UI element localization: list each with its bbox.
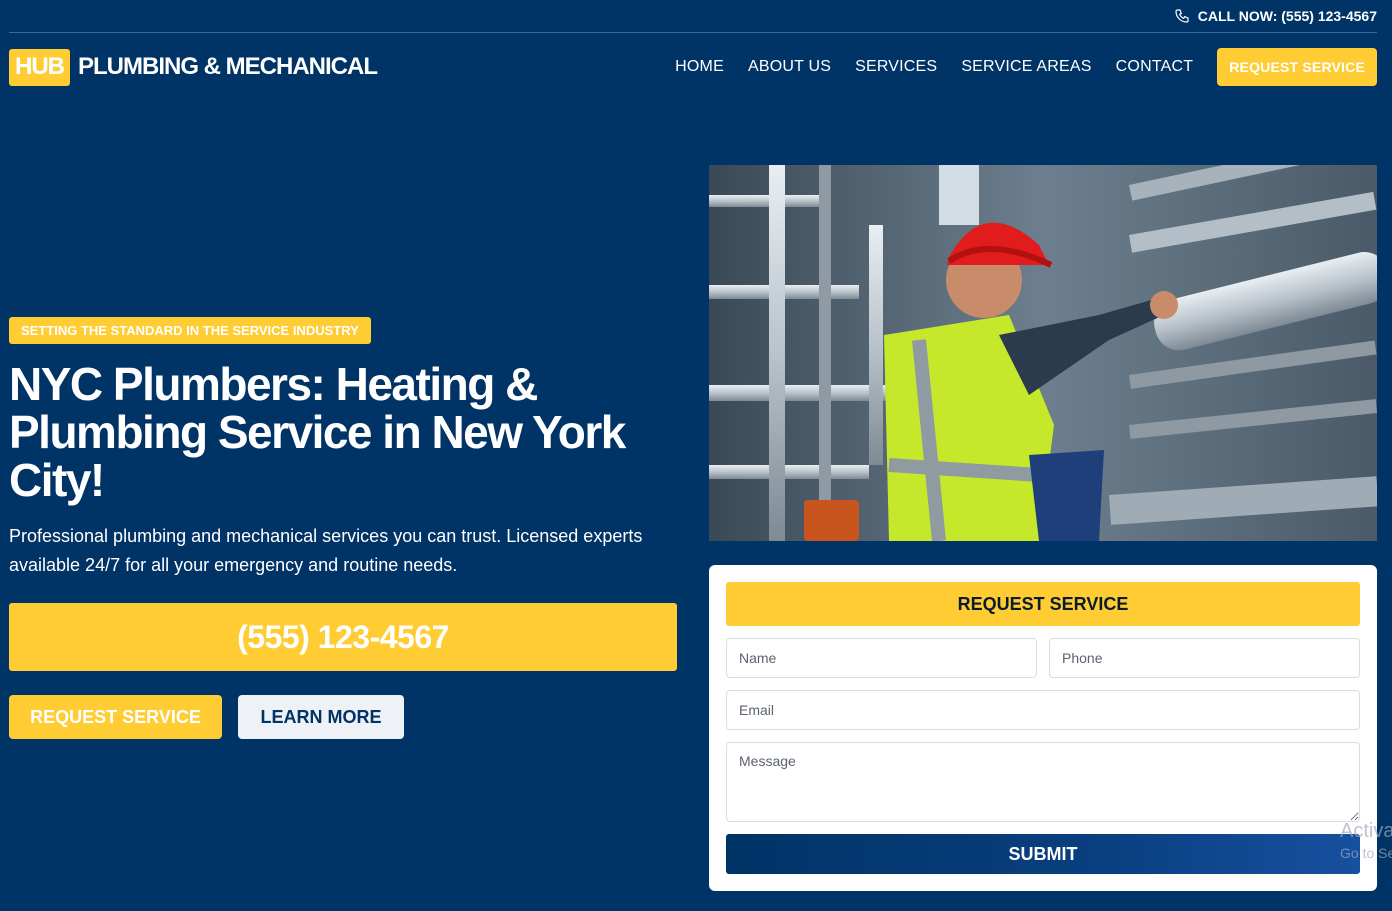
header-request-service-button[interactable]: REQUEST SERVICE xyxy=(1217,48,1377,86)
hero-learn-more-button[interactable]: LEARN MORE xyxy=(238,695,404,739)
hero-subtitle: Professional plumbing and mechanical ser… xyxy=(9,526,643,575)
call-now-link[interactable]: CALL NOW: (555) 123-4567 xyxy=(1174,8,1377,24)
nav-services[interactable]: SERVICES xyxy=(855,58,937,76)
logo-badge: HUB xyxy=(9,48,70,86)
nav-service-areas[interactable]: SERVICE AREAS xyxy=(961,58,1091,76)
hero-request-service-button[interactable]: REQUEST SERVICE xyxy=(9,695,222,739)
main-nav: HOME ABOUT US SERVICES SERVICE AREAS CON… xyxy=(675,48,1377,86)
message-textarea[interactable] xyxy=(726,742,1360,822)
nav-contact[interactable]: CONTACT xyxy=(1116,58,1194,76)
activation-watermark: Activa Go to Se xyxy=(1340,820,1392,864)
phone-input[interactable] xyxy=(1049,638,1360,678)
phone-icon xyxy=(1175,9,1189,23)
name-input[interactable] xyxy=(726,638,1037,678)
nav-home[interactable]: HOME xyxy=(675,58,724,76)
hero-tagline: SETTING THE STANDARD IN THE SERVICE INDU… xyxy=(9,317,371,344)
form-title: REQUEST SERVICE xyxy=(726,582,1360,626)
top-bar: CALL NOW: (555) 123-4567 xyxy=(9,0,1377,33)
hero-title: NYC Plumbers: Heating & Plumbing Service… xyxy=(9,358,626,506)
watermark-line-2: Go to Se xyxy=(1340,845,1392,861)
logo-text: PLUMBING & MECHANICAL xyxy=(78,53,378,80)
request-service-form: REQUEST SERVICE SUBMIT xyxy=(709,565,1377,891)
hero-phone-button[interactable]: (555) 123-4567 xyxy=(9,603,677,671)
email-input[interactable] xyxy=(726,690,1360,730)
nav-about-us[interactable]: ABOUT US xyxy=(748,58,831,76)
site-logo[interactable]: HUB PLUMBING & MECHANICAL xyxy=(9,48,378,86)
hero-plumber-image xyxy=(709,165,1377,541)
watermark-line-1: Activa xyxy=(1340,820,1392,842)
submit-button[interactable]: SUBMIT xyxy=(726,834,1360,874)
call-now-text: CALL NOW: (555) 123-4567 xyxy=(1197,8,1377,24)
plumber-illustration xyxy=(709,165,1377,541)
site-header: HUB PLUMBING & MECHANICAL HOME ABOUT US … xyxy=(9,48,1377,86)
